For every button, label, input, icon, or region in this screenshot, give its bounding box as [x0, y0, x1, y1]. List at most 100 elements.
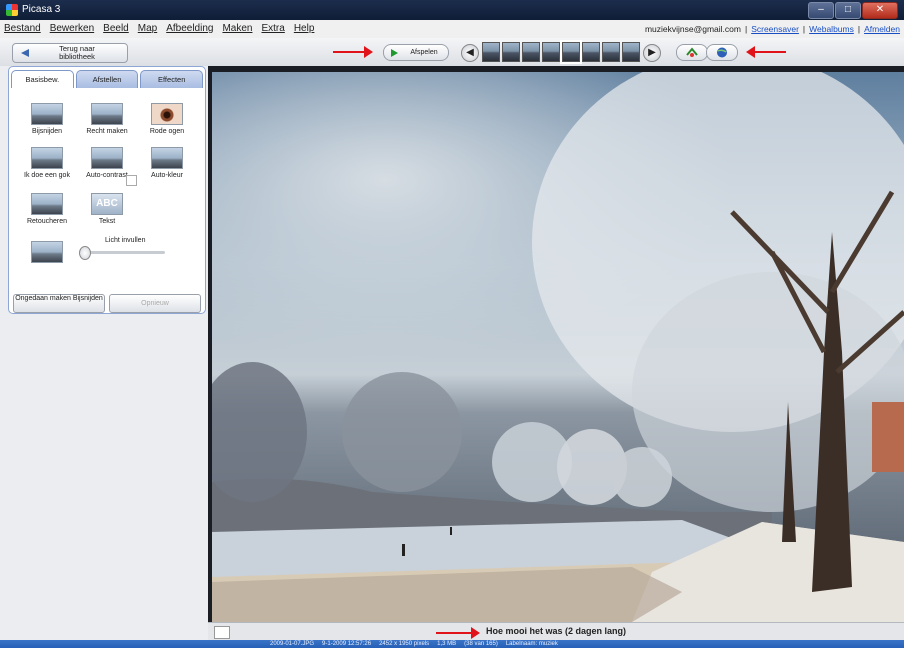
menu-map[interactable]: Map	[138, 23, 157, 34]
menu-items: Bestand Bewerken Beeld Map Afbeelding Ma…	[4, 23, 314, 34]
auto-color-tool[interactable]: Auto-kleur	[137, 147, 197, 180]
next-photo-button[interactable]: ▶	[643, 44, 661, 62]
straighten-tool[interactable]: Recht maken	[77, 103, 137, 136]
text-tool[interactable]: ABC Tekst	[77, 193, 137, 226]
eye-icon	[151, 103, 183, 125]
auto-contrast-label: Auto-contrast	[86, 172, 128, 179]
status-filesize: 1,3 MB	[437, 641, 457, 647]
share-icon	[686, 47, 698, 57]
photo-viewer	[208, 66, 904, 622]
picasa-app-icon	[6, 4, 18, 16]
screensaver-link[interactable]: Screensaver	[751, 24, 799, 34]
red-eye-label: Rode ogen	[149, 128, 185, 135]
status-text: 2009-01-07.JPG 9-1-2009 12:57:26 2452 x …	[270, 640, 558, 648]
retouch-tool[interactable]: Retoucheren	[17, 193, 77, 226]
maximize-button[interactable]: □	[835, 2, 861, 19]
separator: |	[744, 24, 748, 34]
menu-beeld[interactable]: Beeld	[103, 23, 129, 34]
filmstrip	[482, 40, 640, 64]
globe-icon	[717, 47, 727, 58]
window-controls: – □ ✕	[808, 2, 898, 19]
title-bar: Picasa 3 – □ ✕	[0, 0, 904, 20]
auto-color-label: Auto-kleur	[151, 172, 183, 179]
annotation-arrow-tools	[746, 46, 786, 58]
fill-light-icon	[31, 241, 63, 263]
straighten-label: Recht maken	[86, 128, 128, 135]
separator: |	[802, 24, 806, 34]
filmstrip-thumbnail[interactable]	[582, 42, 600, 62]
play-label: Afspelen	[410, 49, 438, 56]
previous-photo-button[interactable]: ◀	[461, 44, 479, 62]
auto-fix-tool[interactable]: Ik doe een gok	[17, 147, 77, 180]
edit-sidebar: Basisbew. Afstellen Effecten Bijsnijden …	[0, 66, 208, 640]
crop-tool[interactable]: Bijsnijden	[17, 103, 77, 136]
filmstrip-thumbnail[interactable]	[542, 42, 560, 62]
edit-tabs: Basisbew. Afstellen Effecten	[11, 70, 204, 88]
auto-contrast-icon	[91, 147, 123, 169]
status-bar: 2009-01-07.JPG 9-1-2009 12:57:26 2452 x …	[0, 640, 904, 648]
menu-bestand[interactable]: Bestand	[4, 23, 41, 34]
crop-icon	[31, 103, 63, 125]
tab-basic-fixes[interactable]: Basisbew.	[11, 70, 74, 88]
geotag-button[interactable]	[706, 44, 738, 61]
back-arrow-icon	[21, 49, 29, 57]
annotation-arrow-caption	[436, 627, 480, 639]
edit-panel: Basisbew. Afstellen Effecten Bijsnijden …	[8, 66, 206, 314]
menu-afbeelding[interactable]: Afbeelding	[166, 23, 213, 34]
winter-landscape-photo	[212, 72, 904, 622]
minimize-button[interactable]: –	[808, 2, 834, 19]
retouch-label: Retoucheren	[26, 218, 68, 225]
text-icon: ABC	[91, 193, 123, 215]
filmstrip-thumbnail[interactable]	[482, 42, 500, 62]
status-dimensions: 2452 x 1950 pixels	[379, 641, 430, 647]
auto-color-icon	[151, 147, 183, 169]
account-links: muziekvijnse@gmail.com | Screensaver | W…	[645, 24, 900, 34]
status-filename: 2009-01-07.JPG	[270, 641, 315, 647]
filmstrip-thumbnail[interactable]	[502, 42, 520, 62]
disabled-option-checkbox[interactable]	[126, 175, 137, 186]
fill-light-thumb	[17, 241, 77, 266]
fill-light-slider-track[interactable]	[83, 251, 165, 254]
annotation-arrow-play	[333, 46, 373, 58]
sign-out-link[interactable]: Afmelden	[864, 24, 900, 34]
auto-fix-icon	[31, 147, 63, 169]
menu-bewerken[interactable]: Bewerken	[50, 23, 94, 34]
play-slideshow-button[interactable]: Afspelen	[383, 44, 449, 61]
status-label: Labelnaam: muziek	[505, 641, 558, 647]
window-title: Picasa 3	[22, 4, 61, 15]
caption-bar: Hoe mooi het was (2 dagen lang)	[208, 622, 904, 641]
back-to-library-button[interactable]: Terug naar bibliotheek	[12, 43, 128, 63]
menu-maken[interactable]: Maken	[222, 23, 252, 34]
menu-help[interactable]: Help	[294, 23, 315, 34]
tab-tuning[interactable]: Afstellen	[75, 70, 139, 88]
tab-effects[interactable]: Effecten	[140, 70, 204, 88]
filmstrip-thumbnail[interactable]	[622, 42, 640, 62]
filmstrip-thumbnail[interactable]	[602, 42, 620, 62]
back-to-library-label: Terug naar bibliotheek	[59, 44, 95, 61]
separator: |	[857, 24, 861, 34]
account-email: muziekvijnse@gmail.com	[644, 24, 741, 34]
menu-extra[interactable]: Extra	[261, 23, 284, 34]
undo-crop-button[interactable]: Ongedaan maken Bijsnijden	[13, 294, 105, 313]
share-button[interactable]	[676, 44, 708, 61]
close-button[interactable]: ✕	[862, 2, 898, 19]
retouch-icon	[31, 193, 63, 215]
status-position: (38 van 165)	[464, 641, 498, 647]
fill-light-label: Licht invullen	[105, 237, 146, 244]
fill-light-slider-handle[interactable]	[79, 246, 91, 260]
menu-bar: Bestand Bewerken Beeld Map Afbeelding Ma…	[0, 20, 904, 39]
webalbums-link[interactable]: Webalbums	[809, 24, 854, 34]
play-icon	[391, 49, 398, 57]
straighten-icon	[91, 103, 123, 125]
auto-fix-label: Ik doe een gok	[24, 172, 70, 179]
filmstrip-thumbnail[interactable]	[560, 40, 582, 64]
crop-label: Bijsnijden	[32, 128, 62, 135]
redo-button[interactable]: Opnieuw	[109, 294, 201, 313]
status-date: 9-1-2009 12:57:26	[322, 641, 372, 647]
photo-caption[interactable]: Hoe mooi het was (2 dagen lang)	[208, 626, 904, 636]
red-eye-tool[interactable]: Rode ogen	[137, 103, 197, 136]
top-toolbar: Terug naar bibliotheek Afspelen ◀ ▶	[0, 38, 904, 67]
filmstrip-thumbnail[interactable]	[522, 42, 540, 62]
photo[interactable]	[212, 72, 904, 622]
text-label: Tekst	[98, 218, 116, 225]
